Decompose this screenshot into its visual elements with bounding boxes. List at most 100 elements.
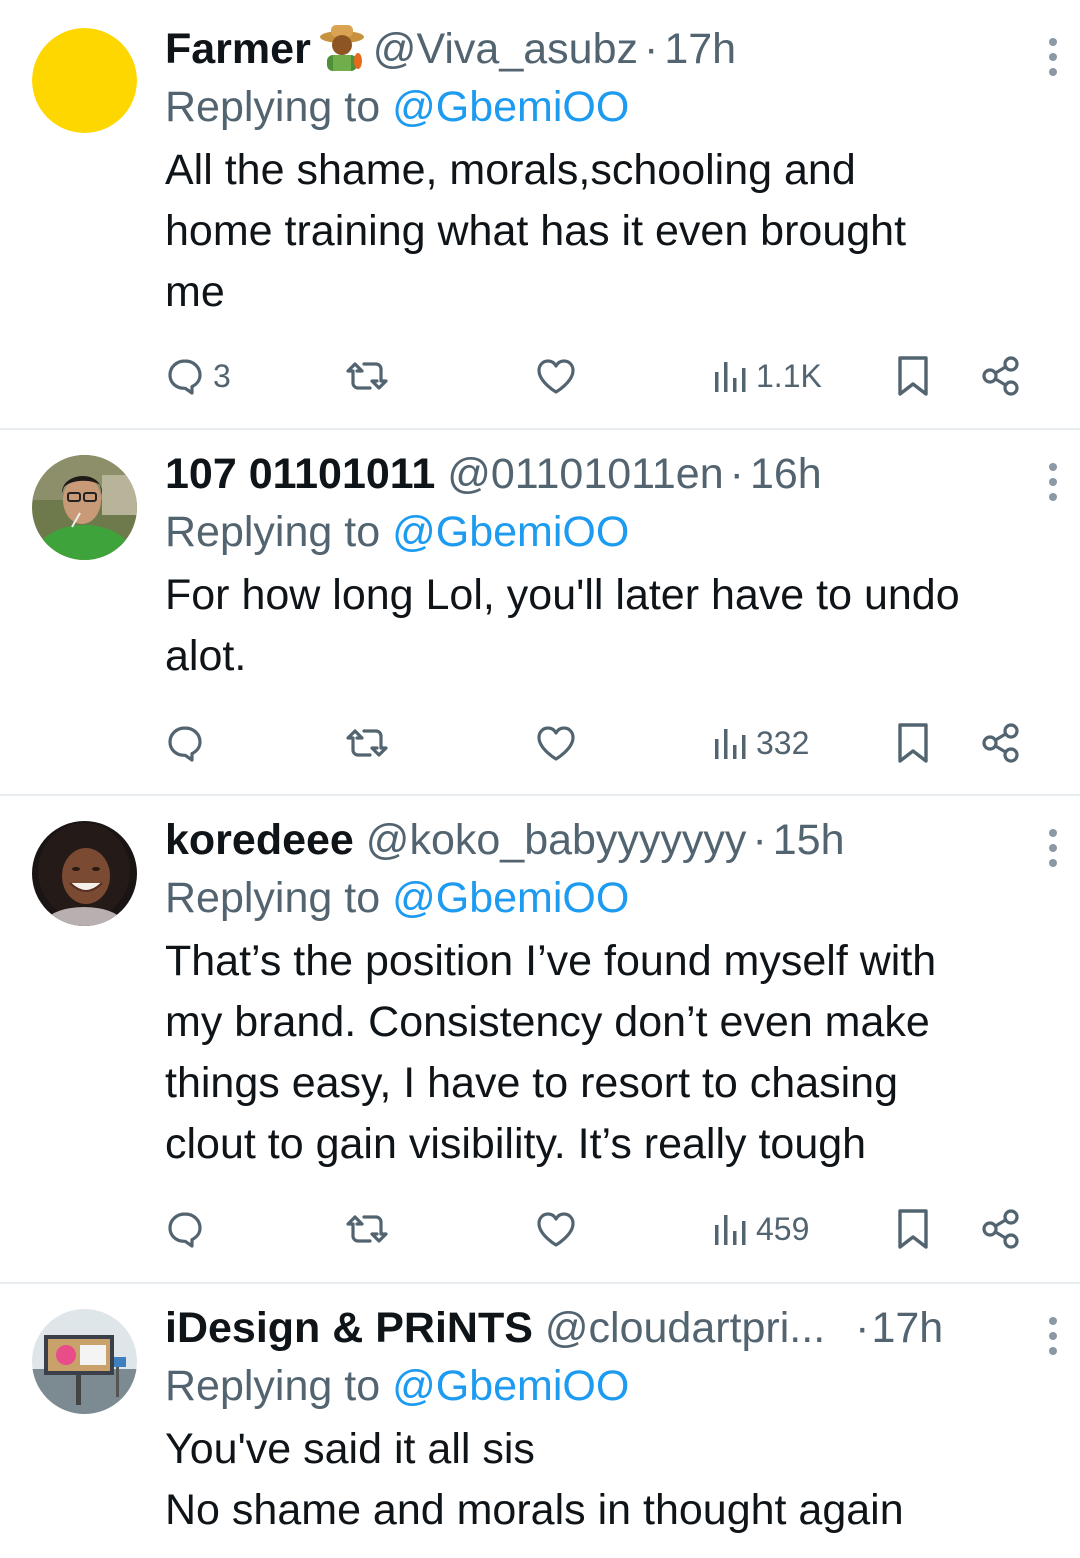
reply-icon xyxy=(165,356,205,396)
tweet-text-line: things easy, I have to resort to chasing xyxy=(165,1059,898,1107)
avatar[interactable] xyxy=(32,821,137,926)
avatar[interactable] xyxy=(32,1309,137,1414)
avatar[interactable] xyxy=(32,455,137,560)
share-button[interactable] xyxy=(980,718,1022,768)
retweet-button[interactable] xyxy=(345,1204,389,1254)
view-count: 459 xyxy=(756,1210,810,1247)
retweet-button[interactable] xyxy=(345,351,389,401)
like-icon xyxy=(535,723,577,763)
tweet-2[interactable]: 107 01101011 @01101011en · 16h Replying to… xyxy=(0,428,1080,796)
replying-to: Replying to @GbemiOO xyxy=(165,78,1040,136)
like-icon xyxy=(535,356,577,396)
tweet-header: koredeee @koko_babyyyyyyy · 15h xyxy=(165,811,1057,869)
tweet-text: You've said it all sis No shame and mora… xyxy=(165,1419,1040,1541)
reply-icon xyxy=(165,723,205,763)
tweet-3[interactable]: koredeee @koko_babyyyyyyy · 15h Replying t… xyxy=(0,794,1080,1284)
share-button[interactable] xyxy=(980,1204,1022,1254)
replying-to: Replying to @GbemiOO xyxy=(165,869,1040,927)
share-icon xyxy=(980,355,1022,397)
mention-link[interactable]: @GbemiOO xyxy=(392,874,629,922)
tweet-text-line: All the shame, morals,schooling and xyxy=(165,146,856,194)
retweet-icon xyxy=(345,723,389,763)
tweet-text-line: alot. xyxy=(165,632,247,680)
user-handle[interactable]: @cloudartpri... xyxy=(545,1304,825,1352)
more-icon[interactable] xyxy=(1046,825,1060,867)
retweet-icon xyxy=(345,1209,389,1249)
more-icon[interactable] xyxy=(1046,1313,1060,1355)
like-button[interactable] xyxy=(535,1204,577,1254)
reply-button[interactable]: 3 xyxy=(165,351,231,401)
tweet-text-line: me xyxy=(165,268,225,316)
mention-link[interactable]: @GbemiOO xyxy=(392,1362,629,1410)
user-handle[interactable]: @Viva_asubz xyxy=(373,25,638,73)
avatar[interactable] xyxy=(32,28,137,133)
reply-button[interactable] xyxy=(165,1204,205,1254)
mention-link[interactable]: @GbemiOO xyxy=(392,508,629,556)
separator-dot: · xyxy=(855,1304,870,1352)
display-name[interactable]: Farmer xyxy=(165,25,311,73)
separator-dot: · xyxy=(752,816,767,864)
tweet-header: iDesign & PRiNTS @cloudartpri... ·17h xyxy=(165,1299,1057,1357)
tweet-text-line: For how long Lol, you'll later have to u… xyxy=(165,571,960,619)
share-button[interactable] xyxy=(980,351,1022,401)
more-icon[interactable] xyxy=(1046,34,1060,76)
views-button[interactable]: 459 xyxy=(712,1204,809,1254)
replying-label: Replying to xyxy=(165,83,381,131)
tweet-header: 107 01101011 @01101011en · 16h xyxy=(165,445,1057,503)
mention-link[interactable]: @GbemiOO xyxy=(392,83,629,131)
separator-dot: · xyxy=(729,450,744,498)
views-button[interactable]: 1.1K xyxy=(712,351,822,401)
display-name[interactable]: 107 01101011 xyxy=(165,450,435,498)
timestamp[interactable]: 15h xyxy=(773,816,845,864)
tweet-text-line: clout to gain visibility. It’s really to… xyxy=(165,1120,867,1168)
tweet-4[interactable]: iDesign & PRiNTS @cloudartpri... ·17h Re… xyxy=(0,1282,1080,1558)
timestamp[interactable]: 16h xyxy=(750,450,822,498)
bookmark-icon xyxy=(895,354,931,398)
views-icon xyxy=(712,356,748,396)
retweet-button[interactable] xyxy=(345,718,389,768)
views-button[interactable]: 332 xyxy=(712,718,809,768)
bookmark-button[interactable] xyxy=(895,1204,931,1254)
user-handle[interactable]: @koko_babyyyyyyy xyxy=(366,816,747,864)
reply-count: 3 xyxy=(213,357,231,394)
tweet-1[interactable]: Farmer @Viva_asubz · 17h Replying to @Gbem… xyxy=(0,0,1080,430)
replying-label: Replying to xyxy=(165,508,381,556)
view-count: 332 xyxy=(756,724,810,761)
tweet-header: Farmer @Viva_asubz · 17h xyxy=(165,20,1057,78)
retweet-icon xyxy=(345,356,389,396)
bookmark-button[interactable] xyxy=(895,718,931,768)
replying-to: Replying to @GbemiOO xyxy=(165,1357,1040,1415)
action-bar: 459 xyxy=(165,1204,1045,1254)
more-icon[interactable] xyxy=(1046,459,1060,501)
bookmark-icon xyxy=(895,721,931,765)
tweet-text-line: home training what has it even brought xyxy=(165,207,907,255)
timestamp[interactable]: 17h xyxy=(871,1304,943,1352)
action-bar: 332 xyxy=(165,718,1045,768)
like-button[interactable] xyxy=(535,718,577,768)
farmer-emoji-icon xyxy=(317,21,367,71)
user-handle[interactable]: @01101011en xyxy=(447,450,723,498)
display-name[interactable]: koredeee xyxy=(165,816,354,864)
bookmark-button[interactable] xyxy=(895,351,931,401)
tweet-text-line: That’s the position I’ve found myself wi… xyxy=(165,937,937,985)
like-icon xyxy=(535,1209,577,1249)
views-icon xyxy=(712,723,748,763)
view-count: 1.1K xyxy=(756,357,822,394)
views-icon xyxy=(712,1209,748,1249)
tweet-text: That’s the position I’ve found myself wi… xyxy=(165,931,1040,1175)
display-name[interactable]: iDesign & PRiNTS xyxy=(165,1304,533,1352)
tweet-text-line: No shame and morals in thought again xyxy=(165,1486,904,1534)
tweet-text-line: You've said it all sis xyxy=(165,1425,535,1473)
bookmark-icon xyxy=(895,1207,931,1251)
share-icon xyxy=(980,1208,1022,1250)
tweet-text-line: my brand. Consistency don’t even make xyxy=(165,998,930,1046)
reply-icon xyxy=(165,1209,205,1249)
like-button[interactable] xyxy=(535,351,577,401)
share-icon xyxy=(980,722,1022,764)
timestamp[interactable]: 17h xyxy=(664,25,736,73)
replying-to: Replying to @GbemiOO xyxy=(165,503,1040,561)
reply-button[interactable] xyxy=(165,718,205,768)
tweet-text: All the shame, morals,schooling and home… xyxy=(165,140,1040,323)
tweet-text: For how long Lol, you'll later have to u… xyxy=(165,565,1040,687)
separator-dot: · xyxy=(643,25,659,73)
